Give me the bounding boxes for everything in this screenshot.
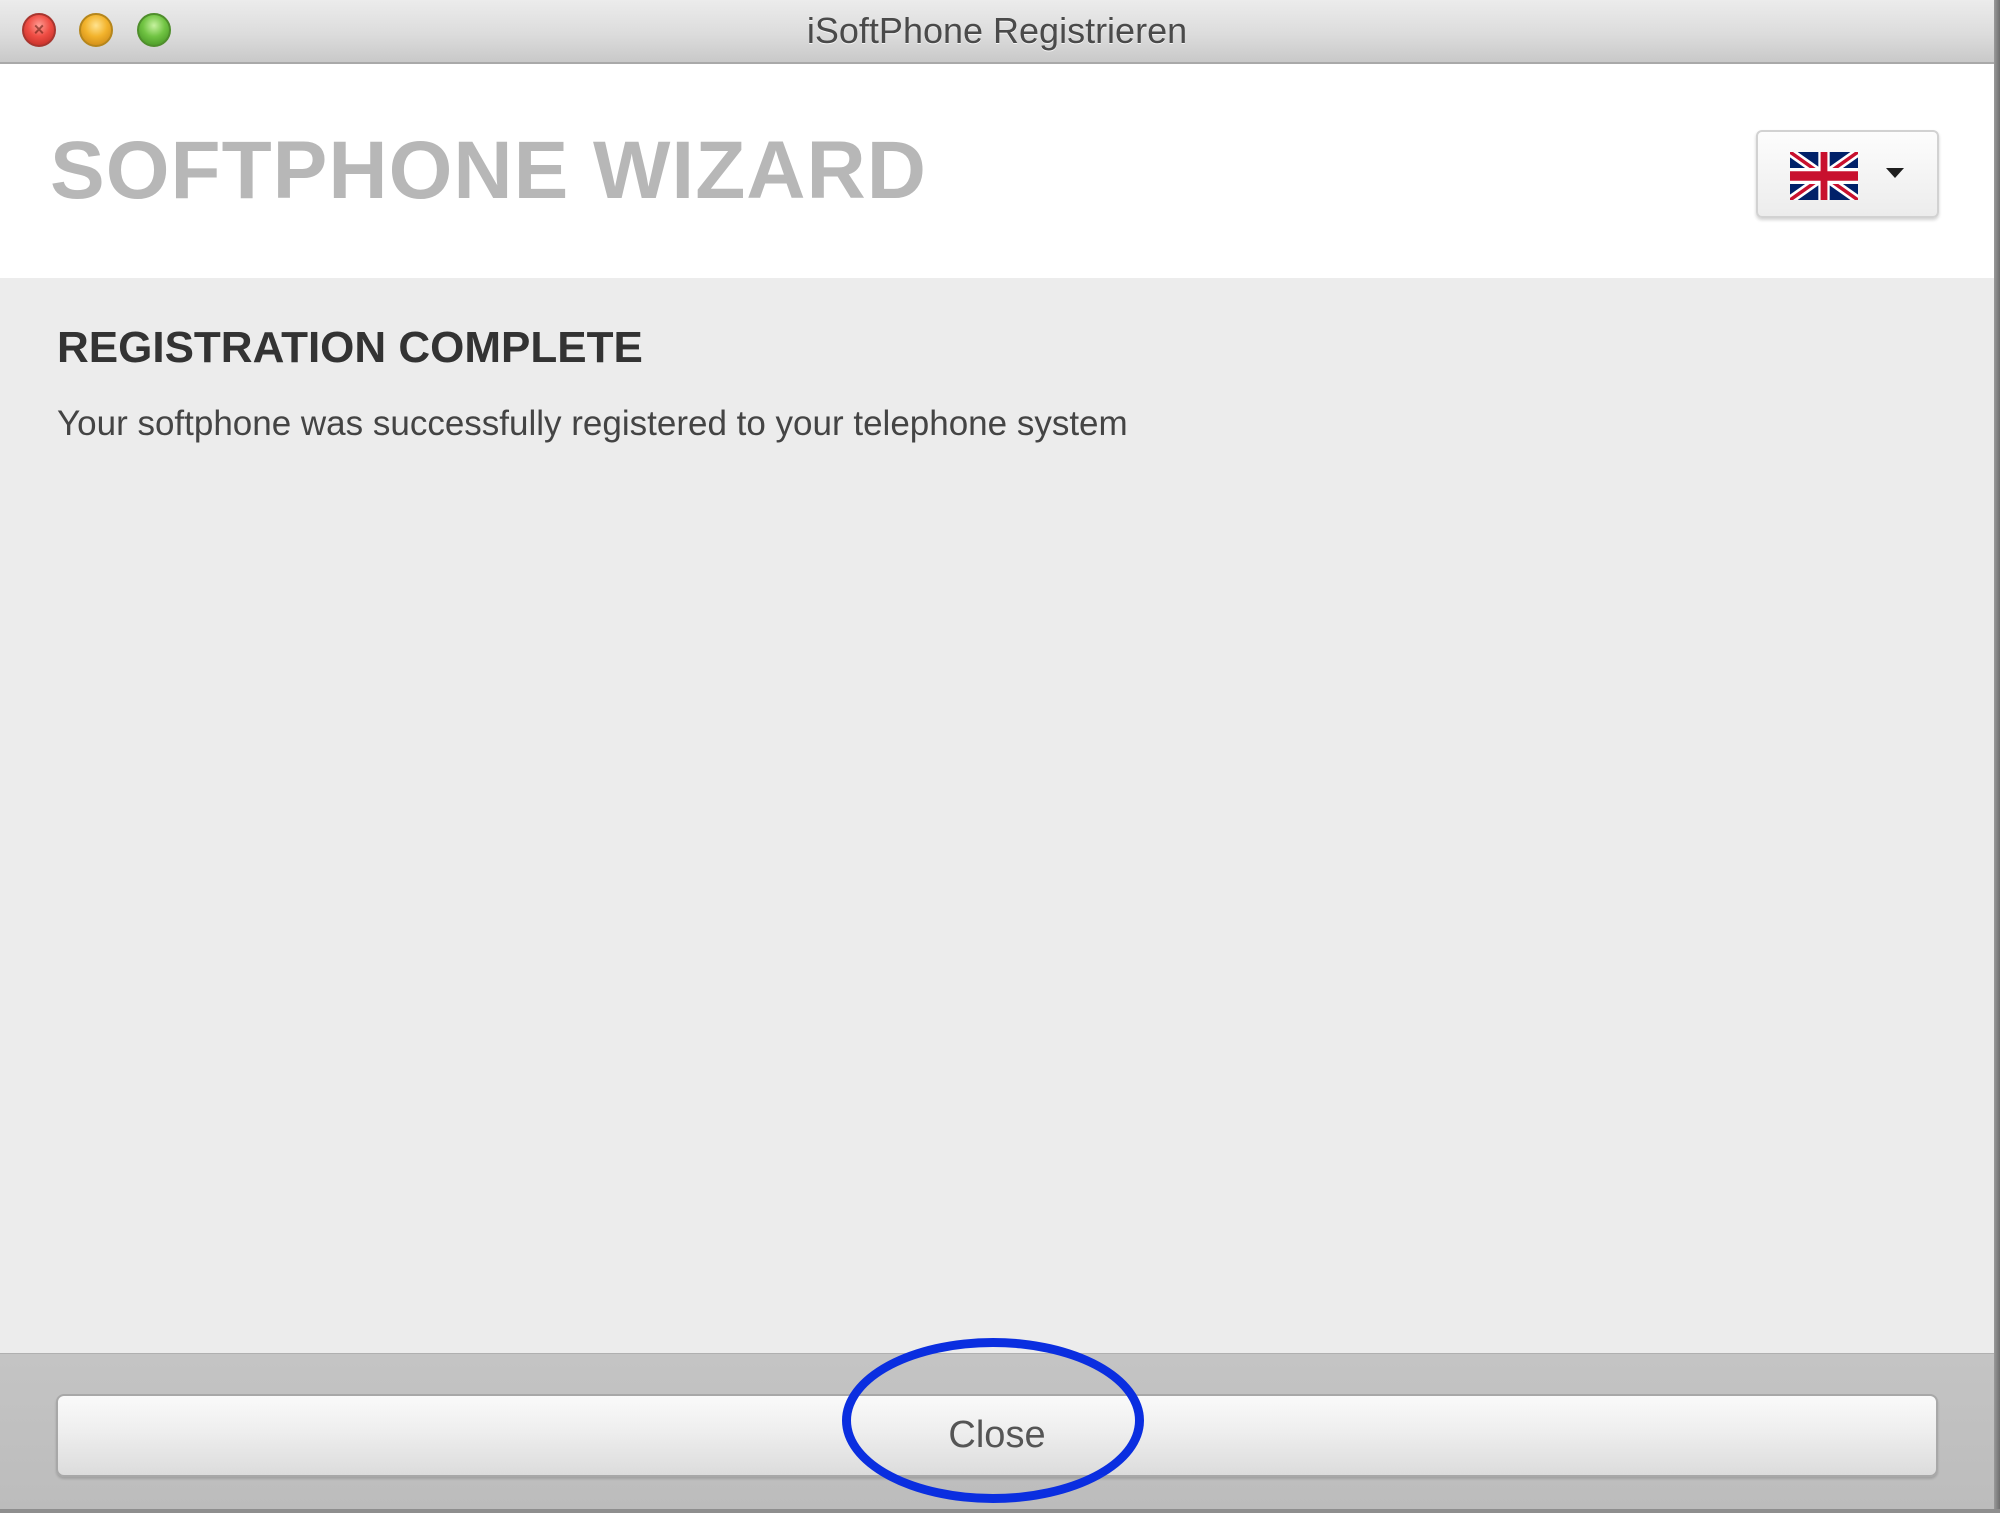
close-button[interactable]: Close (56, 1394, 1938, 1477)
window-bottom-edge (0, 1509, 2000, 1513)
window-title: iSoftPhone Registrieren (806, 10, 1188, 51)
wizard-window: × iSoftPhone Registrieren SOFTPHONE WIZA… (0, 0, 1994, 1510)
wizard-content: REGISTRATION COMPLETE Your softphone was… (0, 278, 1994, 1353)
registration-message: Your softphone was successfully register… (57, 404, 1128, 443)
window-right-edge (1994, 0, 2000, 1513)
wizard-title: SOFTPHONE WIZARD (50, 125, 927, 216)
language-select[interactable] (1756, 130, 1939, 218)
registration-heading: REGISTRATION COMPLETE (57, 323, 643, 372)
title-bar[interactable]: × iSoftPhone Registrieren (0, 0, 1994, 64)
wizard-header: SOFTPHONE WIZARD (0, 64, 1994, 278)
chevron-down-icon (1886, 168, 1904, 178)
uk-flag-icon (1790, 152, 1858, 200)
wizard-footer: Close (0, 1353, 1994, 1510)
